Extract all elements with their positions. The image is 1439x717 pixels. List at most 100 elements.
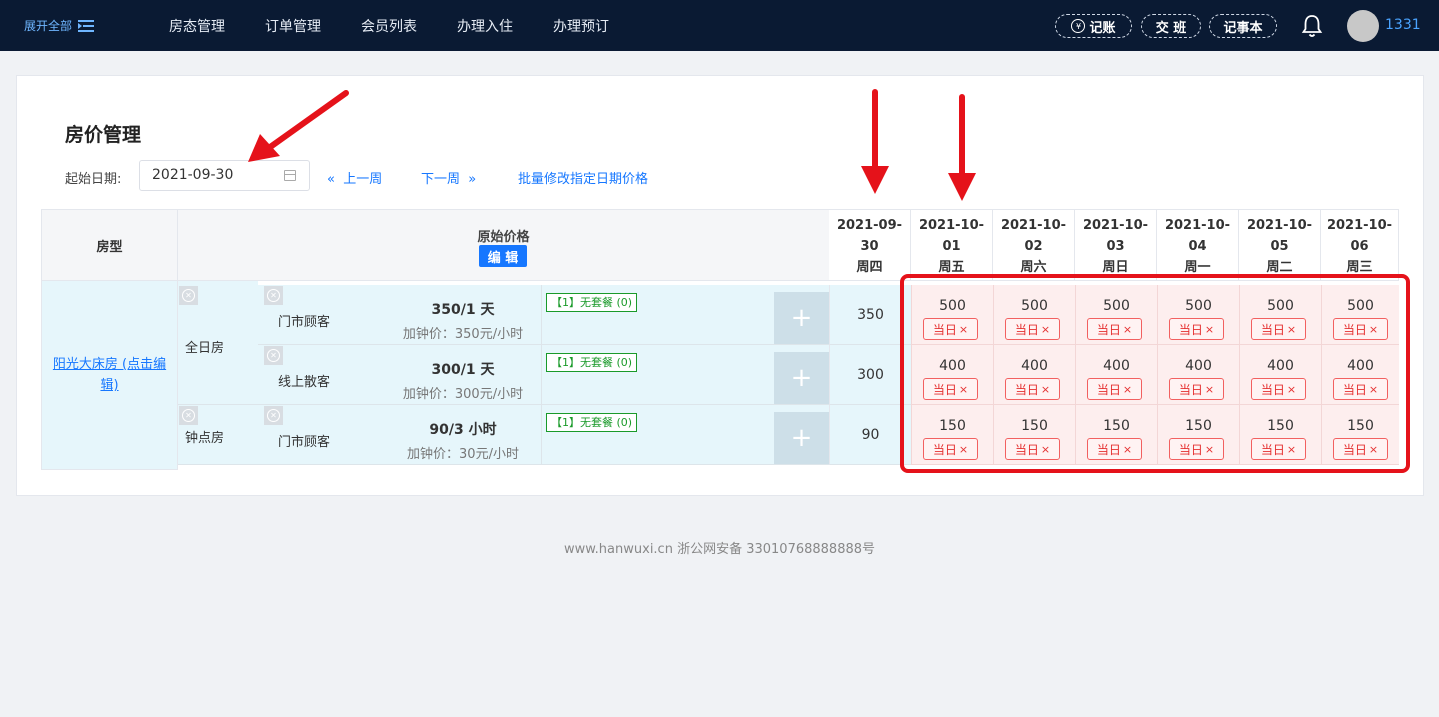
day-weekday: 周二 [1266,260,1293,275]
main-nav: 房态管理 订单管理 会员列表 办理入住 办理预订 [169,0,609,51]
package-tag[interactable]: 【1】无套餐 (0) [546,293,638,312]
day-price-cell[interactable]: 150 当日 × [911,405,993,465]
day-weekday: 周三 [1346,260,1373,275]
day-date-prefix: 2021-10- [1246,218,1313,233]
day-price-cell[interactable]: 150 当日 × [1239,405,1321,465]
table-row: ✕ 线上散客 300/1 天 加钟价：300元/小时 【1】无套餐 (0) + [258,345,829,405]
day-price-cell[interactable]: 400 当日 × [1239,345,1321,405]
day-price-cell[interactable]: 400 当日 × [993,345,1075,405]
close-icon[interactable]: × [1369,443,1378,456]
header-room-type: 房型 [41,209,178,281]
same-day-tag: 当日 × [1251,438,1306,460]
day-price-cell[interactable]: 400 当日 × [1075,345,1157,405]
day-date-day: 05 [1270,239,1289,254]
close-icon[interactable]: × [1123,443,1132,456]
tag-label: 当日 [932,442,957,457]
day-date-prefix: 2021-10- [1082,218,1149,233]
day-price-cell[interactable]: 150 当日 × [1157,405,1239,465]
original-price-cell: 350 [829,285,911,345]
customer-type: 门市顾客 [278,435,331,450]
prev-week-label: 上一周 [343,172,383,187]
bell-icon[interactable] [1301,14,1323,38]
add-package-button[interactable]: + [774,352,829,404]
same-day-tag: 当日 × [1087,438,1142,460]
close-icon[interactable]: × [959,323,968,336]
day-price-cell[interactable]: 400 当日 × [1157,345,1239,405]
day-price-cell[interactable]: 500 当日 × [1157,285,1239,345]
close-icon[interactable]: × [1287,383,1296,396]
expand-all-button[interactable]: 展开全部 [24,17,95,34]
close-icon[interactable]: × [1369,383,1378,396]
day-price-cell[interactable]: 150 当日 × [1075,405,1157,465]
day-price-cell[interactable]: 500 当日 × [993,285,1075,345]
day-date-day: 03 [1106,239,1125,254]
day-price: 150 [939,418,966,434]
close-icon[interactable]: × [1287,323,1296,336]
close-icon[interactable]: × [1205,443,1214,456]
close-icon[interactable]: × [1205,383,1214,396]
avatar[interactable] [1347,10,1379,42]
close-icon[interactable]: × [1287,443,1296,456]
header-original-price: 原始价格 编 辑 [178,209,829,281]
delete-customer-button[interactable]: ✕ [264,406,283,425]
package-tag[interactable]: 【1】无套餐 (0) [546,353,638,372]
delete-customer-button[interactable]: ✕ [264,286,283,305]
shift-handover-button[interactable]: 交 班 [1141,14,1201,38]
close-icon[interactable]: × [1123,323,1132,336]
day-price-cell[interactable]: 150 当日 × [993,405,1075,465]
day-price-cell[interactable]: 500 当日 × [1075,285,1157,345]
close-icon[interactable]: × [1041,323,1050,336]
add-package-button[interactable]: + [774,412,829,464]
edit-button[interactable]: 编 辑 [479,245,527,267]
tag-label: 当日 [1096,442,1121,457]
batch-edit-link[interactable]: 批量修改指定日期价格 [518,168,648,187]
close-icon[interactable]: × [959,443,968,456]
header-day: 2021-10- 02 周六 [993,209,1075,281]
same-day-tag: 当日 × [1087,378,1142,400]
prev-week-link[interactable]: « 上一周 [327,168,382,187]
add-package-button[interactable]: + [774,292,829,344]
nav-orders[interactable]: 订单管理 [265,16,321,36]
same-day-tag: 当日 × [1005,378,1060,400]
nav-check-in[interactable]: 办理入住 [457,16,513,36]
close-icon[interactable]: × [959,383,968,396]
day-price-cell[interactable]: 400 当日 × [1321,345,1399,405]
header-day: 2021-10- 04 周一 [1157,209,1239,281]
day-weekday: 周一 [1184,260,1211,275]
close-icon[interactable]: × [1369,323,1378,336]
base-price: 300/1 天 [431,362,495,378]
username[interactable]: 1331 [1385,17,1421,33]
package-tag[interactable]: 【1】无套餐 (0) [546,413,638,432]
close-icon[interactable]: × [1205,323,1214,336]
footer-text: www.hanwuxi.cn 浙公网安备 33010768888888号 [563,542,876,557]
same-day-tag: 当日 × [1333,318,1388,340]
day-price-cell[interactable]: 400 当日 × [911,345,993,405]
day-price-cell[interactable]: 500 当日 × [1239,285,1321,345]
next-week-link[interactable]: 下一周 » [421,168,476,187]
close-icon[interactable]: × [1041,443,1050,456]
day-price-cell[interactable]: 500 当日 × [1321,285,1399,345]
calendar-icon[interactable] [284,170,296,181]
notes-button[interactable]: 记事本 [1209,14,1277,38]
plus-icon: + [790,423,813,453]
nav-booking[interactable]: 办理预订 [553,16,609,36]
bookkeeping-button[interactable]: ¥ 记账 [1055,14,1132,38]
header-day: 2021-10- 01 周五 [911,209,993,281]
nav-room-status[interactable]: 房态管理 [169,16,225,36]
same-day-tag: 当日 × [1005,318,1060,340]
room-type-edit-link[interactable]: 阳光大床房 (点击编辑) [48,354,172,396]
close-icon[interactable]: × [1123,383,1132,396]
day-price: 400 [1267,358,1294,374]
tag-label: 当日 [1342,322,1367,337]
tag-label: 当日 [1096,382,1121,397]
delete-customer-button[interactable]: ✕ [264,346,283,365]
day-weekday: 周五 [938,260,965,275]
header-day: 2021-10- 03 周日 [1075,209,1157,281]
delete-sub-type-button[interactable]: ✕ [179,406,198,425]
day-price-cell[interactable]: 150 当日 × [1321,405,1399,465]
day-price-cell[interactable]: 500 当日 × [911,285,993,345]
day-price: 150 [1185,418,1212,434]
close-icon[interactable]: × [1041,383,1050,396]
delete-sub-type-button[interactable]: ✕ [179,286,198,305]
nav-members[interactable]: 会员列表 [361,16,417,36]
